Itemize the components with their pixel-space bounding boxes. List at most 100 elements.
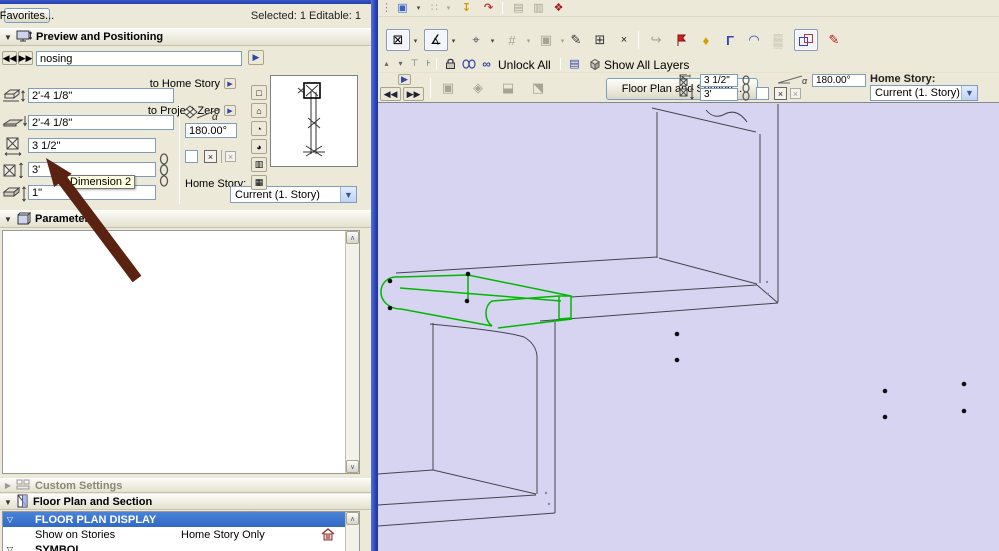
info-bar-expand-icon[interactable]: ▶	[398, 74, 411, 85]
link-dimensions-icon[interactable]	[158, 152, 170, 191]
selection-frames-icon[interactable]	[794, 29, 818, 51]
setting-row-show-on-stories[interactable]: Show on Stories Home Story Only	[3, 527, 359, 542]
unlock-chain-icon[interactable]	[460, 56, 477, 71]
infobar-dimension2-input[interactable]	[700, 88, 738, 101]
infobar-angle-input[interactable]	[812, 74, 866, 87]
preview-3d-icon[interactable]: ◔	[251, 121, 267, 136]
layer-settings-icon[interactable]: ▤	[566, 56, 583, 71]
next-icon[interactable]: ▶▶	[403, 87, 424, 101]
next-object-icon[interactable]: ▶▶	[18, 51, 33, 65]
drop-to-story-icon[interactable]: ↧	[458, 0, 475, 15]
collapse-triangle-icon[interactable]: ▼	[0, 498, 16, 507]
prev-object-icon[interactable]: ◀◀	[2, 51, 17, 65]
section-header-custom-settings[interactable]: ▶ Custom Settings	[0, 478, 371, 493]
select-elements-icon[interactable]: ▣	[394, 0, 411, 15]
chevron-down-icon[interactable]: ▼	[961, 86, 977, 100]
scroll-up-icon[interactable]: ∧	[346, 231, 359, 244]
scroll-up-icon[interactable]: ∧	[346, 512, 359, 525]
preview-info-icon[interactable]: ▦	[251, 175, 267, 190]
element-info-icon[interactable]: ⌖	[464, 29, 488, 51]
lock-icon[interactable]	[442, 56, 459, 71]
tool-rotate-icon[interactable]: ◈	[466, 77, 490, 99]
send-to-back-icon[interactable]: ⊦	[420, 56, 437, 71]
group-row-symbol[interactable]: ▽ SYMBOL	[3, 542, 359, 551]
select-elements-dropdown-icon[interactable]: ▾	[414, 4, 423, 12]
glasses-icon[interactable]: ∞	[478, 56, 495, 71]
grid-snap-icon[interactable]: #	[500, 29, 524, 51]
orient-icon[interactable]: ↪	[644, 29, 668, 51]
plot-icon[interactable]: ▥	[530, 0, 547, 15]
anchor-point2-icon[interactable]: ×	[225, 151, 236, 162]
infobar-dimension1-input[interactable]	[700, 74, 738, 87]
anchor-point-icon[interactable]: ×	[204, 150, 217, 163]
parameters-list[interactable]: ∧ ∨	[2, 230, 360, 474]
object-browser-expand-icon[interactable]: ▶	[248, 50, 264, 65]
chevron-down-icon[interactable]: ▼	[340, 187, 356, 202]
clipped-icon[interactable]: ⋮	[378, 0, 395, 15]
previous-icon[interactable]: ◀◀	[380, 87, 401, 101]
level-marker-icon[interactable]: ♦	[694, 29, 718, 51]
highlight-pen-icon[interactable]: ✎	[822, 29, 846, 51]
home-story-offset-input[interactable]	[28, 88, 174, 103]
unlock-all-button[interactable]: Unlock All	[498, 58, 551, 72]
preview-shaded-icon[interactable]: ◕	[251, 139, 267, 154]
show-all-layers-button[interactable]: Show All Layers	[604, 58, 689, 72]
dimension1-input[interactable]	[28, 138, 156, 153]
quick-select-icon[interactable]: ∡	[424, 29, 448, 51]
preview-section-icon[interactable]: ▥	[251, 157, 267, 172]
layers-cube-icon[interactable]	[586, 56, 603, 71]
expand-triangle-icon[interactable]: ▶	[0, 481, 16, 490]
favorites-button[interactable]: Favorites...	[0, 8, 54, 23]
project-zero-offset-input[interactable]	[28, 115, 174, 130]
object-name-input[interactable]	[36, 51, 242, 66]
infobar-home-story-select[interactable]: Current (1. Story) ▼	[870, 85, 978, 101]
preview-2d-icon[interactable]: □	[251, 85, 267, 100]
drawing-canvas[interactable]	[377, 102, 999, 551]
element-info-dropdown-icon[interactable]: ▾	[488, 37, 497, 45]
preview-front-icon[interactable]: ⌂	[251, 103, 267, 118]
infobar-checkbox[interactable]	[756, 87, 769, 100]
quick-select-dropdown-icon[interactable]: ▾	[449, 37, 458, 45]
setting-value[interactable]: Home Story Only	[181, 529, 265, 541]
rotation-angle-input[interactable]	[185, 123, 237, 138]
selected-nosing-element[interactable]	[380, 274, 573, 329]
attribute-table-icon[interactable]: ⊞	[588, 29, 612, 51]
group-collapse-icon[interactable]: ▽	[3, 515, 17, 524]
marquee-dropdown-icon[interactable]: ▾	[411, 37, 420, 45]
stamp-icon[interactable]: ▒	[766, 29, 790, 51]
grid-snap-dropdown-icon[interactable]: ▾	[524, 37, 533, 45]
mirror-checkbox[interactable]	[185, 150, 198, 163]
scroll-down-icon[interactable]: ∨	[346, 460, 359, 473]
fillet-icon[interactable]: ◠	[742, 29, 766, 51]
dialog-border-right[interactable]	[371, 0, 378, 551]
pick-up-parameters-icon[interactable]: ↷	[480, 0, 497, 15]
pen-sets-icon[interactable]: ✎	[564, 29, 588, 51]
infobar-link-dimensions-icon[interactable]	[741, 75, 751, 104]
flag-icon[interactable]	[670, 29, 694, 51]
floor-plan-scrollbar[interactable]: ∧	[345, 512, 359, 551]
publisher-icon[interactable]: ❖	[550, 0, 567, 15]
object-preview[interactable]	[270, 75, 358, 167]
tool-elevate-icon[interactable]: ⬔	[526, 77, 550, 99]
home-story-select[interactable]: Current (1. Story) ▼	[230, 186, 357, 203]
infobar-anchor-box-icon[interactable]: ×	[774, 87, 787, 100]
group-dots-icon[interactable]: ∷	[426, 0, 443, 15]
to-home-story-menu-icon[interactable]: ▶	[224, 78, 236, 89]
print-icon[interactable]: ▤	[510, 0, 527, 15]
duplicate-icon[interactable]: ▣	[534, 29, 558, 51]
corner-window-icon[interactable]: Γ	[718, 29, 742, 51]
tool-default-icon[interactable]: ▣	[436, 77, 460, 99]
group-row-floor-plan-display[interactable]: ▽ FLOOR PLAN DISPLAY	[3, 512, 359, 527]
section-header-floor-plan-section[interactable]: ▼ Floor Plan and Section	[0, 494, 371, 510]
collapse-triangle-icon[interactable]: ▼	[0, 215, 16, 224]
group-dropdown-icon[interactable]: ▾	[444, 4, 453, 12]
tool-mirror-icon[interactable]: ⬓	[496, 77, 520, 99]
section-header-preview-positioning[interactable]: ▼ Preview and Positioning	[0, 28, 371, 46]
group-collapse-icon[interactable]: ▽	[3, 545, 17, 551]
marquee-intersect-icon[interactable]: ⊠	[386, 29, 410, 51]
collapse-triangle-icon[interactable]: ▼	[0, 33, 16, 42]
infobar-anchor-box2-icon[interactable]: ×	[790, 88, 801, 99]
delete-icon[interactable]: ×	[612, 29, 636, 51]
parameters-scrollbar[interactable]: ∧ ∨	[345, 231, 359, 473]
section-header-parameters[interactable]: ▼ Parameters	[0, 210, 371, 228]
